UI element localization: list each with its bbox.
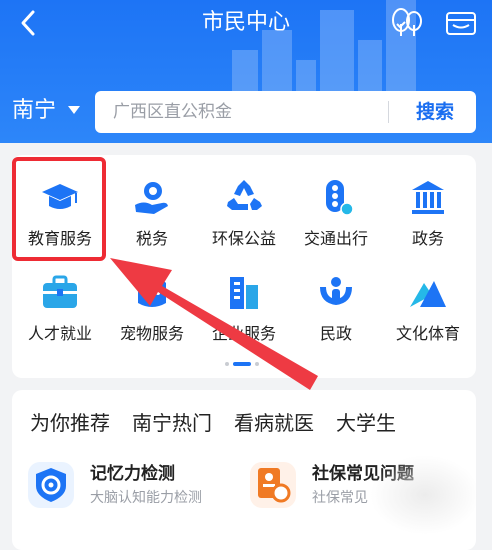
service-label: 民政: [319, 324, 352, 343]
people-hands-icon: [320, 277, 352, 305]
service-government[interactable]: 政务: [382, 160, 474, 256]
tab-medical[interactable]: 看病就医: [234, 408, 314, 438]
service-label: 企业服务: [211, 324, 276, 343]
social-security-icon[interactable]: [250, 462, 296, 508]
service-label: 环保公益: [211, 229, 276, 248]
service-employment[interactable]: 人才就业: [14, 255, 106, 351]
government-building-icon: [412, 181, 444, 214]
service-label: 政务: [411, 229, 444, 248]
recommend-title[interactable]: 记忆力检测: [90, 462, 175, 486]
service-environment[interactable]: 环保公益: [198, 160, 290, 256]
service-label: 税务: [135, 229, 168, 248]
tab-recommended[interactable]: 为你推荐: [30, 408, 110, 438]
tab-nanning-hot[interactable]: 南宁热门: [132, 408, 212, 438]
tree-icon[interactable]: [390, 6, 424, 40]
service-civil-affairs[interactable]: 民政: [290, 255, 382, 351]
recommend-subtitle: 社保常见: [312, 490, 368, 506]
highlight-box: [12, 157, 106, 261]
search-bar[interactable]: 广西区直公积金 搜索: [95, 91, 476, 133]
office-building-icon: [230, 277, 258, 309]
search-divider: [388, 101, 389, 123]
search-button[interactable]: 搜索: [400, 91, 470, 133]
service-label: 交通出行: [303, 229, 368, 248]
service-enterprise[interactable]: 企业服务: [198, 255, 290, 351]
service-culture-sports[interactable]: 文化体育: [382, 255, 474, 351]
wallet-icon[interactable]: [445, 8, 477, 38]
header-bar: 市民中心 南宁 广西区直公积金 搜索: [0, 0, 492, 143]
recycle-icon: [227, 180, 262, 210]
recommend-subtitle: 大脑认知能力检测: [90, 490, 202, 506]
traffic-light-icon: [326, 180, 354, 216]
chevron-down-icon[interactable]: [68, 106, 80, 114]
mountain-icon: [410, 281, 446, 307]
service-traffic[interactable]: 交通出行: [290, 160, 382, 256]
service-label: 宠物服务: [119, 324, 184, 343]
hand-coin-icon: [135, 182, 168, 214]
blur-overlay: [370, 455, 480, 535]
service-tax[interactable]: 税务: [106, 160, 198, 256]
city-selector[interactable]: 南宁: [12, 94, 56, 128]
page-indicator: [225, 362, 265, 366]
service-pet[interactable]: 宠物服务: [106, 255, 198, 351]
memory-test-icon[interactable]: [28, 462, 74, 508]
service-label: 人才就业: [27, 324, 92, 343]
service-label: 文化体育: [395, 324, 460, 343]
tab-university[interactable]: 大学生: [336, 408, 396, 438]
briefcase-icon: [43, 275, 77, 308]
pet-icon: [138, 277, 166, 307]
search-input[interactable]: 广西区直公积金: [113, 91, 232, 133]
